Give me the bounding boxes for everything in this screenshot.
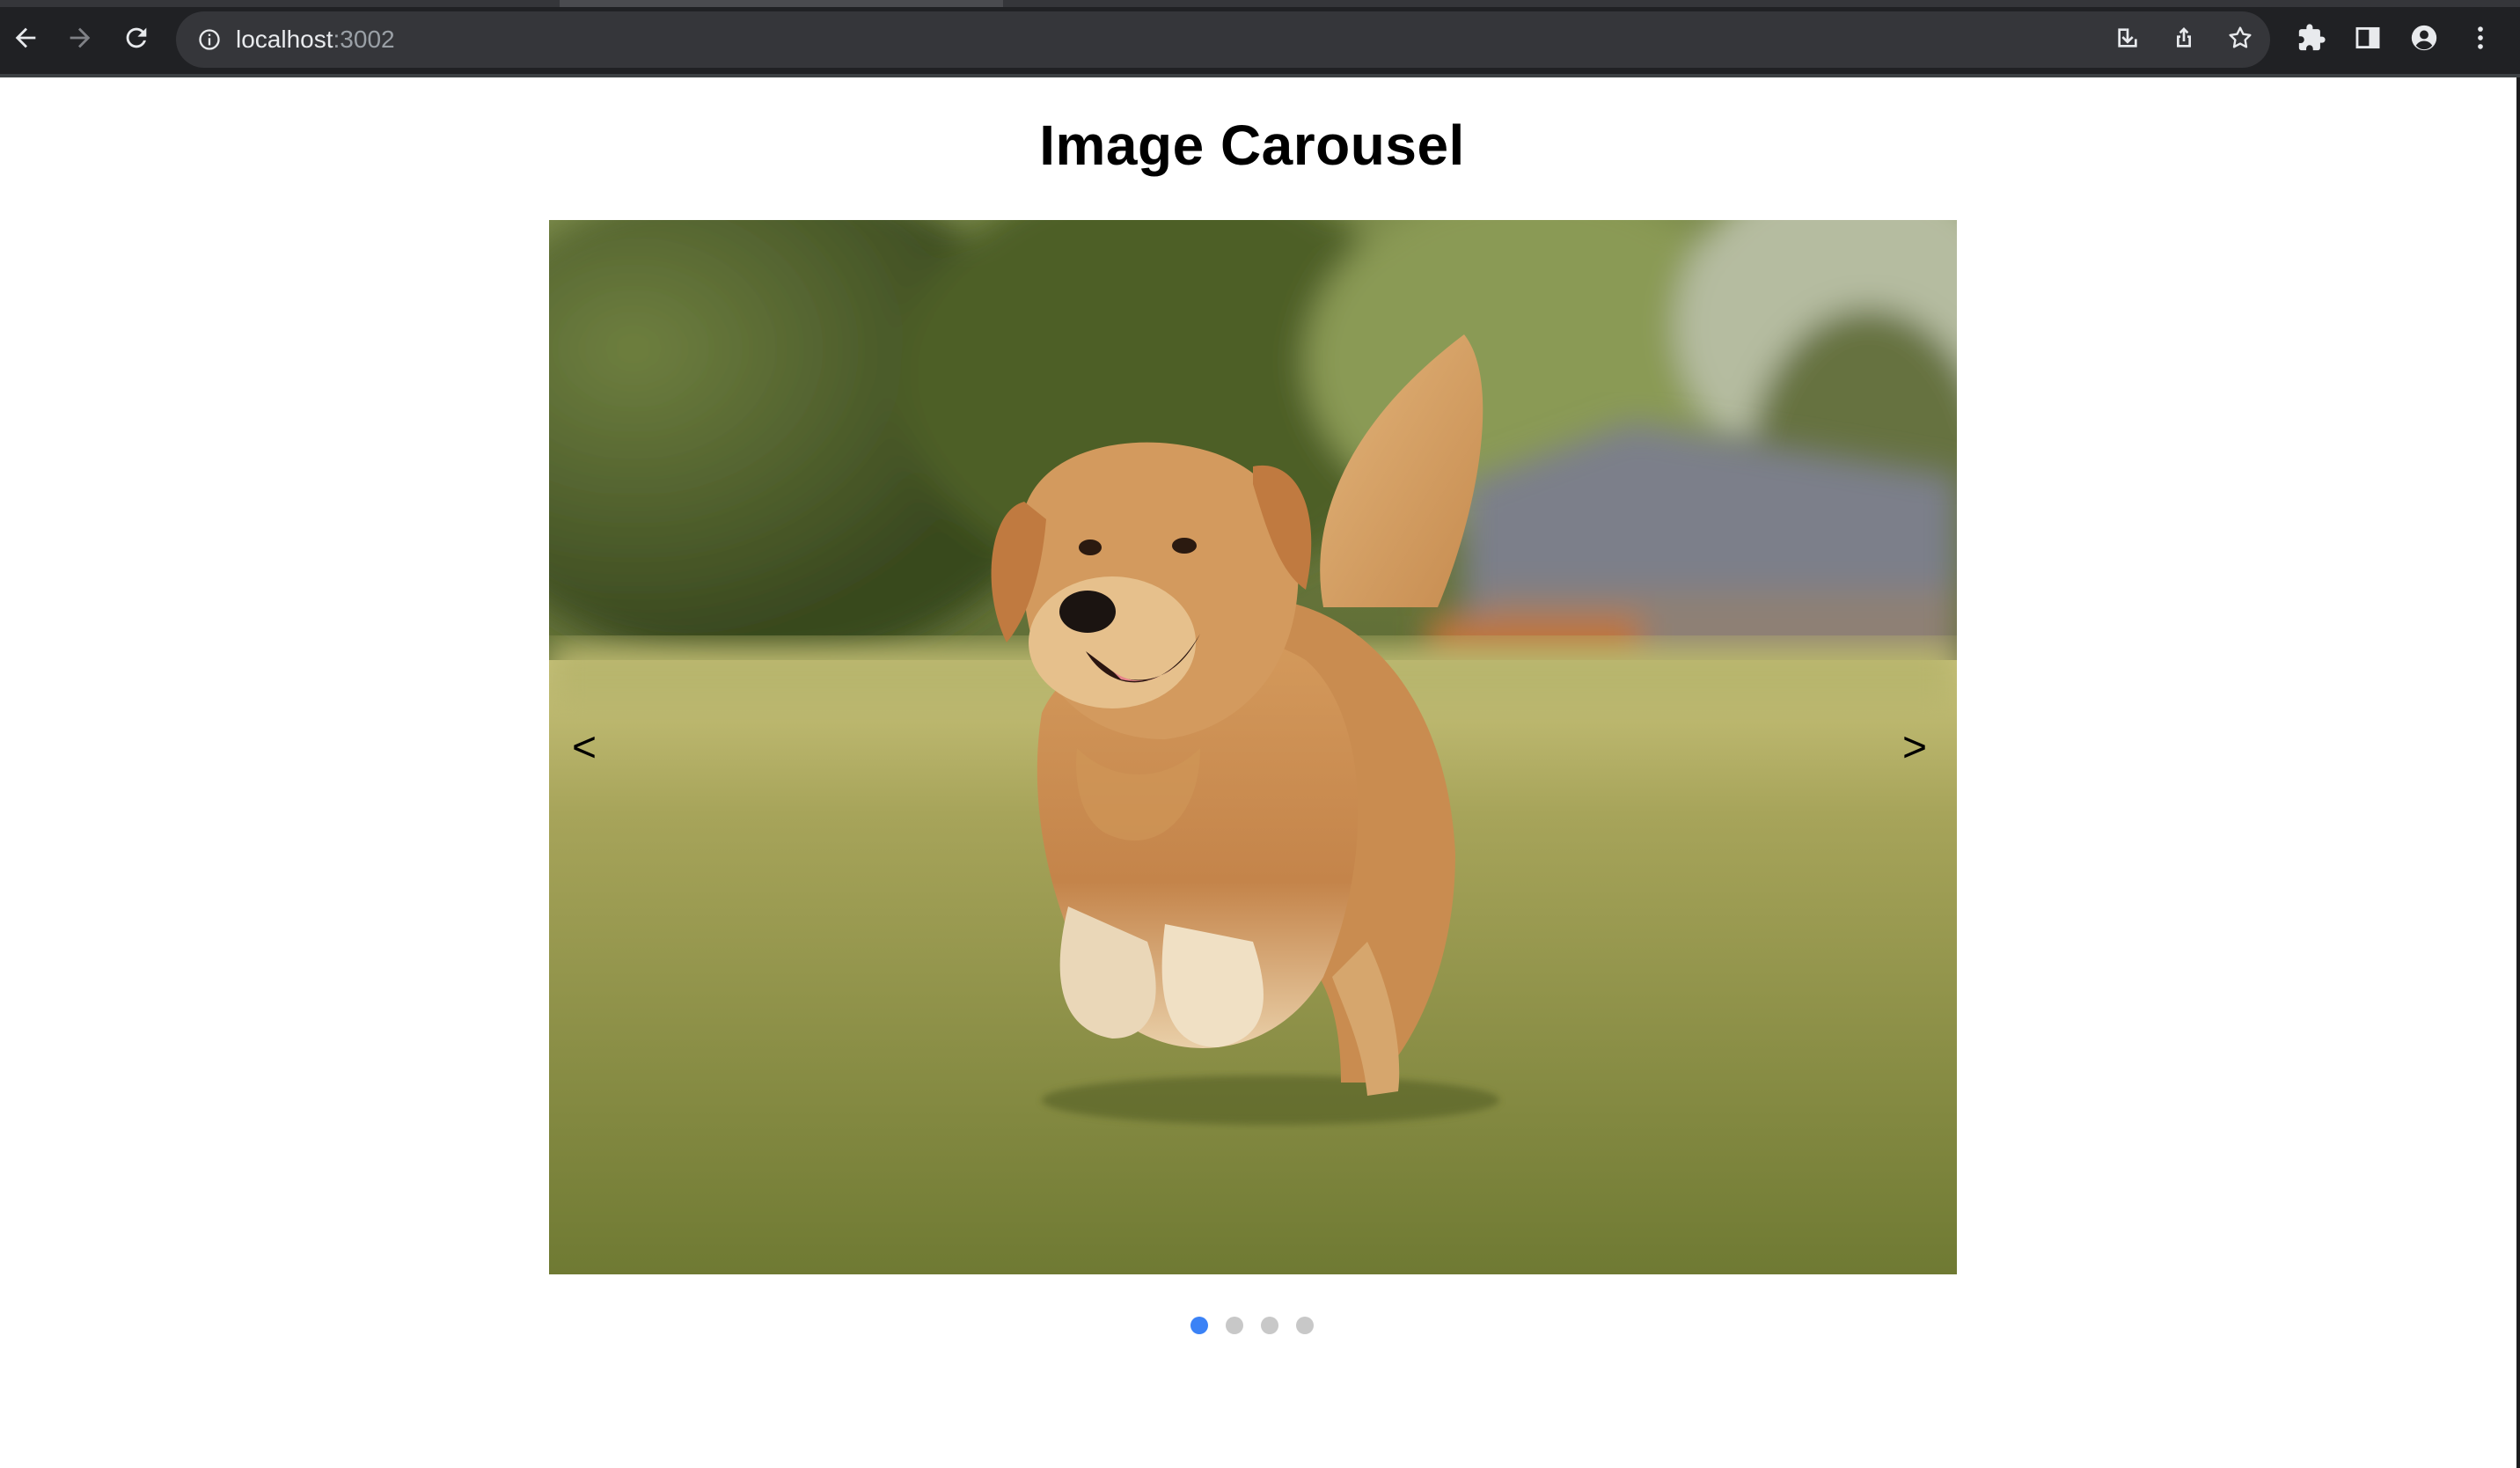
reload-button[interactable]	[113, 16, 160, 63]
url-port: :3002	[333, 26, 395, 53]
share-button[interactable]	[2165, 20, 2203, 59]
arrow-left-icon	[11, 23, 40, 57]
extensions-button[interactable]	[2288, 16, 2335, 63]
arrow-right-icon	[65, 23, 95, 57]
carousel-slide-image	[549, 220, 1957, 1274]
profile-icon	[2409, 23, 2439, 57]
carousel-next-button[interactable]: >	[1888, 713, 1941, 783]
bookmark-button[interactable]	[2221, 20, 2260, 59]
puzzle-icon	[2297, 23, 2326, 57]
carousel-indicators	[0, 1317, 2504, 1338]
page-title: Image Carousel	[1039, 114, 1465, 177]
carousel-dot-2[interactable]	[1226, 1317, 1243, 1334]
browser-toolbar: localhost:3002	[0, 0, 2520, 77]
side-panel-button[interactable]	[2344, 16, 2392, 63]
browser-menu-button[interactable]	[2457, 16, 2504, 63]
url-host: localhost	[236, 26, 333, 53]
install-icon	[2113, 24, 2142, 56]
forward-button[interactable]	[56, 16, 104, 63]
page-content: Image Carousel < >	[0, 77, 2520, 1468]
image-carousel: < >	[549, 220, 1957, 1274]
carousel-prev-button[interactable]: <	[558, 713, 611, 783]
reload-icon	[121, 23, 151, 57]
profile-button[interactable]	[2400, 16, 2448, 63]
carousel-dot-4[interactable]	[1296, 1317, 1314, 1334]
carousel-dot-1[interactable]	[1190, 1317, 1208, 1334]
tab-strip	[0, 0, 2520, 7]
info-icon[interactable]	[194, 24, 225, 55]
install-app-button[interactable]	[2108, 20, 2147, 59]
active-tab-indicator[interactable]	[560, 0, 1003, 7]
side-panel-icon	[2353, 23, 2383, 57]
kebab-menu-icon	[2465, 23, 2495, 57]
share-icon	[2170, 24, 2198, 56]
carousel-dot-3[interactable]	[1261, 1317, 1278, 1334]
url-text[interactable]: localhost:3002	[236, 11, 395, 68]
address-bar[interactable]: localhost:3002	[176, 11, 2270, 68]
back-button[interactable]	[2, 16, 49, 63]
window-edge	[2516, 77, 2520, 1468]
star-icon	[2226, 24, 2254, 56]
